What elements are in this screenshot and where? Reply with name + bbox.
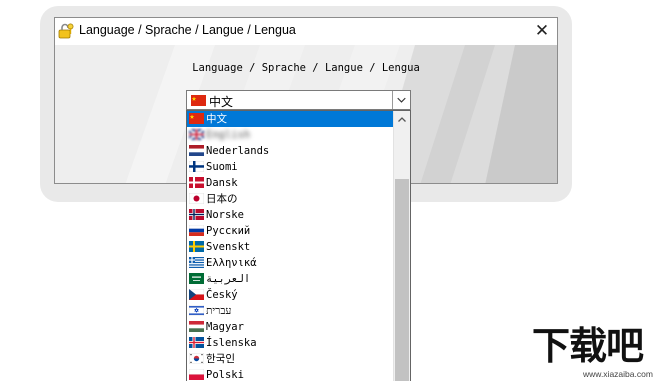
padlock-key-icon [58,23,74,39]
norway-flag-icon [189,209,204,220]
japan-flag-icon [189,193,204,204]
netherlands-flag-icon [189,145,204,156]
saudi-flag-icon [189,273,204,284]
language-option-label: Nederlands [206,145,270,157]
chevron-up-icon[interactable] [394,111,410,128]
watermark-url: www.xiazaiba.com [583,369,653,379]
finland-flag-icon [189,161,204,172]
watermark-logo-text: 下载吧 [532,324,644,368]
language-option-label: Polski [206,369,244,381]
denmark-flag-icon [189,177,204,188]
china-flag-icon [191,95,206,106]
language-option[interactable]: English [187,127,394,143]
language-option[interactable]: Русский [187,223,394,239]
greece-flag-icon [189,257,204,268]
language-option[interactable]: 日本の [187,191,394,207]
language-option-label: Dansk [206,177,238,189]
language-prompt: Language / Sprache / Langue / Lengua [192,62,420,74]
language-option[interactable]: עברית [187,303,394,319]
language-option-label: Íslenska [206,337,257,349]
language-option-label: Norske [206,209,244,221]
language-option-label: Svenskt [206,241,251,253]
chevron-down-icon[interactable] [392,91,410,109]
language-option[interactable]: Suomi [187,159,394,175]
language-option-label: English [206,129,251,141]
language-option[interactable]: Norske [187,207,394,223]
china-flag-icon [189,113,204,124]
language-option[interactable]: Íslenska [187,335,394,351]
language-option-label: 中文 [206,113,227,125]
language-option[interactable]: Magyar [187,319,394,335]
title-bar[interactable]: Language / Sprache / Langue / Lengua ✕ [55,18,557,45]
language-option-label: Magyar [206,321,244,333]
window-title: Language / Sprache / Langue / Lengua [79,23,296,37]
language-option[interactable]: 한국인 [187,351,394,367]
language-option[interactable]: Svenskt [187,239,394,255]
language-option-label: 日本の [206,193,238,205]
czech-flag-icon [189,289,204,300]
language-option[interactable]: العربية [187,271,394,287]
korea-flag-icon [189,353,204,364]
language-select-value: 中文 [209,95,234,109]
uk-flag-icon [189,129,204,140]
scrollbar-thumb[interactable] [395,179,409,381]
language-option[interactable]: Český [187,287,394,303]
language-option-label: Suomi [206,161,238,173]
sweden-flag-icon [189,241,204,252]
israel-flag-icon [189,305,204,316]
dropdown-scrollbar[interactable] [393,111,410,381]
language-option-label: العربية [206,273,251,285]
language-option[interactable]: 中文 [187,111,394,127]
language-select[interactable]: 中文 [186,90,411,110]
language-option[interactable]: Polski [187,367,394,381]
hungary-flag-icon [189,321,204,332]
close-button[interactable]: ✕ [527,18,557,44]
language-option[interactable]: Dansk [187,175,394,191]
language-option-label: Český [206,289,238,301]
language-option[interactable]: Nederlands [187,143,394,159]
language-option-label: Русский [206,225,251,237]
language-option[interactable]: Ελληνικά [187,255,394,271]
language-option-label: Ελληνικά [206,257,257,269]
russia-flag-icon [189,225,204,236]
language-dropdown-list: 中文 English Nederlands Suomi Dansk 日本の No… [186,110,411,381]
poland-flag-icon [189,369,204,380]
language-option-label: עברית [206,305,232,317]
iceland-flag-icon [189,337,204,348]
language-option-label: 한국인 [206,353,235,365]
